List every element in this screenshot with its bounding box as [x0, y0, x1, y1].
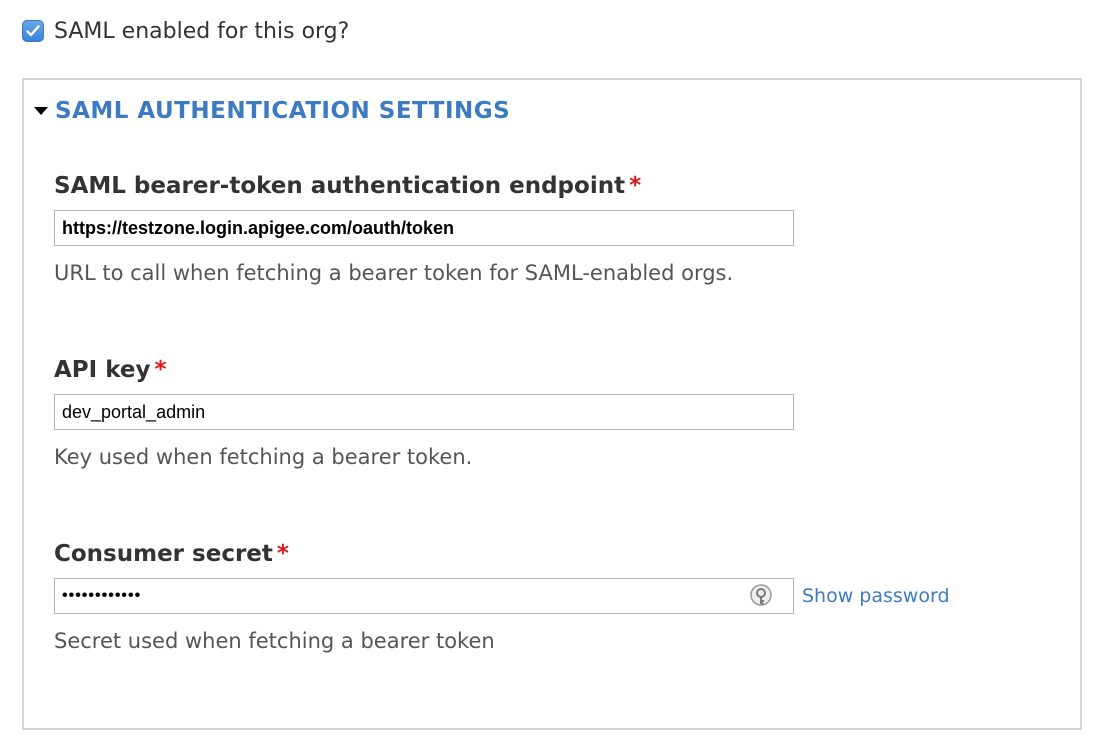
saml-enabled-label[interactable]: SAML enabled for this org?	[54, 19, 349, 44]
endpoint-form-item: SAML bearer-token authentication endpoin…	[54, 170, 794, 288]
endpoint-label-text: SAML bearer-token authentication endpoin…	[54, 173, 626, 199]
saml-settings-legend-label: SAML AUTHENTICATION SETTINGS	[55, 98, 511, 124]
required-marker: *	[154, 357, 167, 383]
consumer-secret-label-text: Consumer secret	[54, 541, 273, 567]
saml-settings-legend[interactable]: SAML AUTHENTICATION SETTINGS	[34, 98, 510, 124]
endpoint-description: URL to call when fetching a bearer token…	[54, 261, 734, 285]
show-password-link[interactable]: Show password	[802, 585, 950, 607]
required-marker: *	[629, 173, 642, 199]
consumer-secret-description: Secret used when fetching a bearer token	[54, 629, 495, 653]
endpoint-label: SAML bearer-token authentication endpoin…	[54, 170, 794, 202]
endpoint-input[interactable]	[54, 210, 794, 246]
consumer-secret-row: Show password	[54, 578, 950, 614]
required-marker: *	[276, 541, 289, 567]
saml-settings-fieldset: SAML AUTHENTICATION SETTINGS SAML bearer…	[22, 78, 1082, 730]
saml-enabled-row: SAML enabled for this org?	[22, 14, 349, 48]
api-key-description: Key used when fetching a bearer token.	[54, 445, 473, 469]
caret-down-icon	[34, 107, 48, 115]
key-icon[interactable]	[748, 583, 774, 609]
api-key-label: API key *	[54, 354, 794, 386]
api-key-label-text: API key	[54, 357, 151, 383]
api-key-input[interactable]	[54, 394, 794, 430]
checkmark-icon	[26, 25, 40, 37]
consumer-secret-input[interactable]	[54, 578, 794, 614]
consumer-secret-form-item: Consumer secret* Show password Secret us…	[54, 538, 950, 656]
consumer-secret-label: Consumer secret *	[54, 538, 950, 570]
api-key-form-item: API key* Key used when fetching a bearer…	[54, 354, 794, 472]
saml-enabled-checkbox[interactable]	[22, 20, 44, 42]
